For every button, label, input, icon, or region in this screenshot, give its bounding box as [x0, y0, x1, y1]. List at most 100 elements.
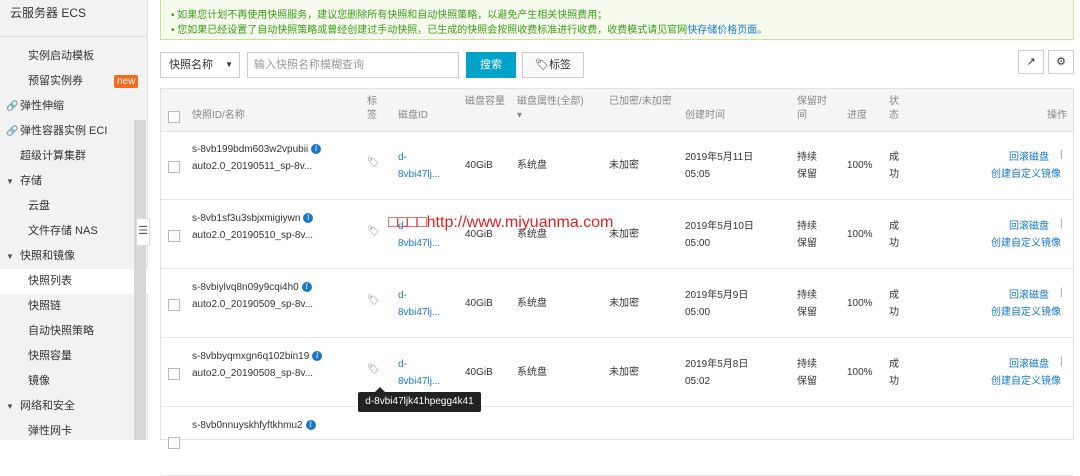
- sidebar-item-label: 弹性容器实例 ECI: [20, 125, 108, 137]
- link-icon: 🔗: [6, 101, 19, 112]
- info-icon[interactable]: i: [312, 351, 323, 361]
- header-id: 快照ID/名称: [192, 110, 245, 121]
- snapshot-id-cell: s-8vb199bdm603w2vpubii i auto2.0_20190511_…: [192, 141, 322, 175]
- sidebar-item[interactable]: 弹性网卡: [0, 419, 175, 444]
- row-checkbox[interactable]: [168, 299, 180, 311]
- sidebar-item[interactable]: 🔗 弹性伸缩: [0, 94, 167, 119]
- sidebar-item-label: 网络和安全: [20, 400, 75, 412]
- info-icon[interactable]: i: [311, 144, 322, 154]
- caret-down-icon: ▾: [517, 110, 523, 121]
- create-image-link[interactable]: 创建自定义镜像: [991, 166, 1061, 183]
- disk-id-link[interactable]: d- 8vbi47lj...: [398, 149, 448, 183]
- header-progress: 进度: [847, 110, 867, 121]
- header-disk-attr[interactable]: 磁盘属性(全部) ▾: [517, 95, 597, 123]
- row-checkbox[interactable]: [168, 230, 180, 242]
- search-input[interactable]: [247, 52, 459, 78]
- info-icon[interactable]: i: [303, 213, 314, 223]
- sidebar-item[interactable]: 快照容量: [0, 344, 175, 369]
- sidebar-item-label: 实例启动模板: [28, 50, 94, 62]
- notice-line-2-text: • 您如果已经设置了自动快照策略或曾经创建过手动快照，已生成的快照会按照收费标准…: [171, 25, 688, 36]
- retention: 持续保留: [797, 290, 817, 318]
- sidebar-item-label: 快照容量: [28, 350, 72, 362]
- sidebar-collapse-button[interactable]: ☰: [136, 218, 150, 246]
- snapshot-table: 快照ID/名称 标签 磁盘ID 磁盘容量 磁盘属性(全部) ▾ 已加密/未加密 创…: [160, 88, 1074, 476]
- disk-id-link[interactable]: d- 8vbi47lj...: [398, 287, 448, 321]
- row-checkbox[interactable]: [168, 368, 180, 380]
- search-button[interactable]: 搜索: [466, 52, 516, 78]
- tag-icon[interactable]: 🏷: [367, 295, 380, 306]
- header-encrypted: 已加密/未加密: [609, 96, 672, 107]
- tag-icon[interactable]: 🏷: [367, 364, 380, 375]
- sidebar-scrollbar[interactable]: [134, 120, 146, 440]
- create-image-link[interactable]: 创建自定义镜像: [991, 373, 1061, 390]
- new-badge: new: [114, 75, 139, 88]
- notice-pricing-link[interactable]: 快存储价格页面。: [687, 25, 767, 36]
- snapshot-id-cell: s-8vbbyqmxgn6q102bin19 i auto2.0_20190508_…: [192, 348, 323, 382]
- export-icon[interactable]: ↗: [1018, 50, 1044, 74]
- rollback-disk-link[interactable]: 回滚磁盘: [1009, 287, 1049, 304]
- create-image-link[interactable]: 创建自定义镜像: [991, 304, 1061, 321]
- sidebar-item[interactable]: 实例启动模板: [0, 44, 175, 69]
- status: 成功: [889, 290, 899, 318]
- action-separator: |: [1060, 149, 1063, 160]
- info-icon[interactable]: i: [301, 282, 312, 292]
- caret-down-icon: ▼: [6, 252, 14, 261]
- created-time: 2019年5月8日 05:02: [685, 359, 749, 387]
- tag-icon: 🏷: [535, 59, 549, 71]
- rollback-disk-link[interactable]: 回滚磁盘: [1009, 149, 1049, 166]
- sidebar-item[interactable]: 快照列表: [0, 269, 175, 294]
- tag-button[interactable]: 🏷标签: [522, 52, 584, 78]
- header-actions: 操作: [1047, 110, 1067, 121]
- search-field-select[interactable]: 快照名称 ▼: [160, 52, 240, 78]
- table-row: s-8vb1sf3u3sbjxmigiywn i auto2.0_20190510_…: [161, 200, 1073, 269]
- snapshot-name: auto2.0_20190511_sp-8v...: [192, 161, 313, 172]
- row-checkbox[interactable]: [168, 437, 180, 449]
- header-disk-size: 磁盘容量: [465, 96, 505, 107]
- select-all-checkbox[interactable]: [168, 111, 180, 123]
- sidebar-item-label: 快照和镜像: [20, 250, 75, 262]
- snapshot-id: s-8vb1sf3u3sbjxmigiywn: [192, 213, 301, 224]
- sidebar-item[interactable]: 快照链: [0, 294, 175, 319]
- created-time: 2019年5月10日 05:00: [685, 221, 754, 249]
- snapshot-id-cell: s-8vbiylvq8n09y9cqi4h0 i auto2.0_20190509_…: [192, 279, 313, 313]
- header-created: 创建时间: [685, 110, 725, 121]
- status: 成功: [889, 152, 899, 180]
- info-icon[interactable]: i: [305, 420, 316, 430]
- sidebar-item[interactable]: 云盘: [0, 194, 175, 219]
- sidebar-item[interactable]: 自动快照策略: [0, 319, 175, 344]
- sidebar-item-label: 文件存储 NAS: [28, 225, 98, 237]
- sidebar-item-label: 自动快照策略: [28, 325, 94, 337]
- retention: 持续保留: [797, 152, 817, 180]
- rollback-disk-link[interactable]: 回滚磁盘: [1009, 218, 1049, 235]
- disk-attr: 系统盘: [517, 367, 547, 378]
- disk-id-link[interactable]: d- 8vbi47lj...: [398, 356, 448, 390]
- table-row: s-8vb0nnuyskhfyftkhmu2 i: [161, 407, 1073, 476]
- tag-icon[interactable]: 🏷: [367, 157, 380, 168]
- sidebar-item-label: 镜像: [28, 375, 50, 387]
- encrypted-status: 未加密: [609, 367, 639, 378]
- retention: 持续保留: [797, 359, 817, 387]
- action-separator: |: [1060, 218, 1063, 229]
- snapshot-id-cell: s-8vb1sf3u3sbjxmigiywn i auto2.0_20190510_…: [192, 210, 314, 244]
- create-image-link[interactable]: 创建自定义镜像: [991, 235, 1061, 252]
- created-time: 2019年5月11日 05:05: [685, 152, 754, 180]
- progress: 100%: [847, 367, 873, 378]
- gear-icon[interactable]: ⚙: [1048, 50, 1074, 74]
- progress: 100%: [847, 160, 873, 171]
- header-disk-attr-label: 磁盘属性(全部): [517, 96, 584, 107]
- snapshot-id: s-8vb199bdm603w2vpubii: [192, 144, 309, 155]
- sidebar-item[interactable]: 镜像: [0, 369, 175, 394]
- encrypted-status: 未加密: [609, 160, 639, 171]
- rollback-disk-link[interactable]: 回滚磁盘: [1009, 356, 1049, 373]
- encrypted-status: 未加密: [609, 229, 639, 240]
- sidebar-item-label: 弹性网卡: [28, 425, 72, 437]
- tag-icon[interactable]: 🏷: [367, 226, 380, 237]
- row-checkbox[interactable]: [168, 161, 180, 173]
- link-icon: 🔗: [6, 126, 19, 137]
- disk-size: 40GiB: [465, 367, 493, 378]
- disk-size: 40GiB: [465, 160, 493, 171]
- search-field-select-value: 快照名称: [169, 59, 213, 71]
- chevron-down-icon: ▼: [225, 60, 233, 69]
- caret-down-icon: ▼: [6, 402, 14, 411]
- sidebar-item[interactable]: 预留实例券 new: [0, 69, 175, 94]
